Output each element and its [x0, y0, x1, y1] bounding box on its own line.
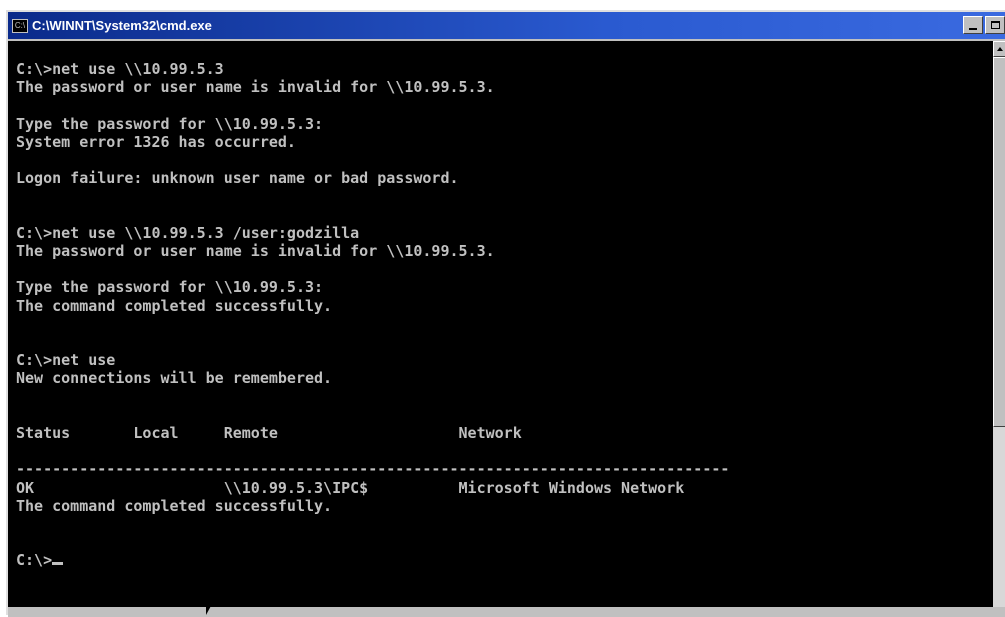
window-bottom-border — [8, 607, 1005, 617]
scroll-up-button[interactable] — [993, 41, 1005, 57]
console-line: The command completed successfully. — [16, 296, 333, 315]
scroll-thumb[interactable] — [993, 57, 1005, 427]
maximize-button[interactable] — [985, 16, 1005, 34]
title-bar[interactable]: C:\ C:\WINNT\System32\cmd.exe — [8, 12, 1005, 39]
console-line: ----------------------------------------… — [16, 460, 730, 479]
console-line: Status Local Remote Network — [16, 424, 522, 443]
minimize-icon — [969, 28, 977, 30]
console-line: Logon failure: unknown user name or bad … — [16, 169, 459, 188]
console-line: C:\>net use \\10.99.5.3 — [16, 60, 224, 78]
console-line: System error 1326 has occurred. — [16, 132, 296, 151]
mouse-pointer-icon — [206, 604, 212, 615]
console-prompt: C:\> — [16, 551, 53, 570]
cmd-app-icon[interactable]: C:\ — [12, 18, 28, 33]
app-icon-label: C:\ — [14, 20, 26, 30]
console-line: Type the password for \\10.99.5.3: — [16, 114, 324, 133]
window-title: C:\WINNT\System32\cmd.exe — [32, 18, 212, 33]
text-cursor — [52, 562, 64, 566]
console-line: C:\>net use — [16, 351, 116, 370]
vertical-scrollbar[interactable] — [993, 41, 1005, 607]
console-line: C:\>net use \\10.99.5.3 /user:godzilla — [16, 223, 360, 242]
window-controls — [963, 16, 1005, 34]
scroll-up-arrow-icon — [997, 47, 1003, 51]
maximize-icon — [990, 21, 1000, 29]
console-line: Type the password for \\10.99.5.3: — [16, 278, 324, 297]
console-output[interactable]: C:\>net use \\10.99.5.3 The password or … — [8, 41, 993, 607]
console-text: C:\>net use \\10.99.5.3 The password or … — [8, 41, 993, 570]
minimize-button[interactable] — [963, 16, 983, 34]
cmd-window: C:\ C:\WINNT\System32\cmd.exe C:\>net us… — [6, 10, 1005, 617]
console-line: The password or user name is invalid for… — [16, 242, 495, 261]
console-line: New connections will be remembered. — [16, 369, 333, 388]
console-line: OK \\10.99.5.3\IPC$ Microsoft Windows Ne… — [16, 478, 685, 497]
console-line: The command completed successfully. — [16, 496, 333, 515]
console-line: The password or user name is invalid for… — [16, 78, 495, 97]
